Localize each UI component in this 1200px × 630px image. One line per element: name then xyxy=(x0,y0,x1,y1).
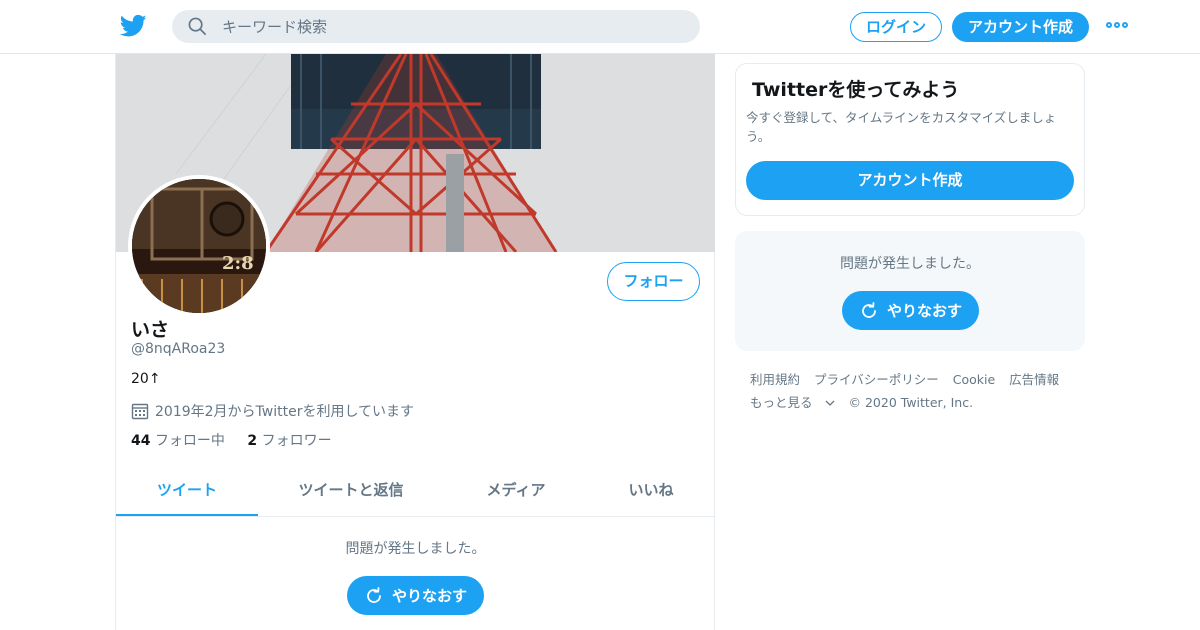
followers-stat[interactable]: 2 フォロワー xyxy=(247,433,331,449)
tab-tweets-replies[interactable]: ツイートと返信 xyxy=(276,467,426,516)
search-input[interactable] xyxy=(222,10,682,43)
join-date-text: 2019年2月からTwitterを利用しています xyxy=(155,404,415,420)
followers-count: 2 xyxy=(247,433,258,449)
search-bar[interactable] xyxy=(172,10,700,43)
footer-link-ads[interactable]: 広告情報 xyxy=(1009,372,1059,387)
sidebar-error-panel: 問題が発生しました。 やりなおす xyxy=(735,231,1085,351)
footer-link-terms[interactable]: 利用規約 xyxy=(750,372,800,387)
timeline-error-text: 問題が発生しました。 xyxy=(345,541,486,557)
signup-button[interactable]: アカウント作成 xyxy=(952,12,1089,42)
signup-card-description: 今すぐ登録して、タイムラインをカスタマイズしましょう。 xyxy=(746,110,1057,144)
profile-name: いさ xyxy=(131,319,170,341)
profile-stats: 44 フォロー中 2 フォロワー xyxy=(131,430,350,450)
sidebar-error-text: 問題が発生しました。 xyxy=(840,256,980,272)
retry-label: やりなおす xyxy=(886,302,962,320)
more-label: もっと見る xyxy=(750,395,813,410)
signup-card-title: Twitterを使ってみよう xyxy=(752,79,960,101)
chevron-down-icon xyxy=(825,400,834,406)
profile-avatar[interactable]: 2:8 xyxy=(128,175,270,317)
following-label: フォロー中 xyxy=(154,433,225,449)
search-icon xyxy=(188,17,206,35)
timeline-retry-button[interactable]: やりなおす xyxy=(347,576,484,615)
following-count: 44 xyxy=(131,433,151,449)
tab-media[interactable]: メディア xyxy=(456,467,576,516)
join-date: 2019年2月からTwitterを利用しています xyxy=(131,401,414,421)
more-options-icon[interactable] xyxy=(1106,17,1132,37)
profile-tabs: ツイート ツイートと返信 メディア いいね xyxy=(116,467,715,517)
following-stat[interactable]: 44 フォロー中 xyxy=(131,433,225,449)
signup-card: Twitterを使ってみよう 今すぐ登録して、タイムラインをカスタマイズしましょ… xyxy=(735,63,1085,216)
twitter-bird-icon[interactable] xyxy=(120,14,147,38)
retry-label: やりなおす xyxy=(391,587,467,605)
profile-bio: 20↑ xyxy=(131,371,161,387)
footer-more-row: もっと見る © 2020 Twitter, Inc. xyxy=(750,391,1080,414)
refresh-icon xyxy=(862,301,876,318)
avatar-number: 2:8 xyxy=(222,253,254,274)
follow-button[interactable]: フォロー xyxy=(607,262,700,301)
sidebar-retry-button[interactable]: やりなおす xyxy=(842,291,979,330)
avatar-image: 2:8 xyxy=(132,179,266,313)
footer-link-privacy[interactable]: プライバシーポリシー xyxy=(814,372,939,387)
signup-card-button[interactable]: アカウント作成 xyxy=(746,161,1074,200)
profile-handle[interactable]: @8nqARoa23 xyxy=(131,341,225,357)
top-navbar: ログイン アカウント作成 xyxy=(0,0,1200,54)
tab-tweets[interactable]: ツイート xyxy=(116,467,258,516)
refresh-icon xyxy=(367,586,381,603)
tab-likes[interactable]: いいね xyxy=(606,467,696,516)
profile-column: 2:8 フォロー いさ @8nqARoa23 20↑ 2019年2月からTwit… xyxy=(115,54,715,630)
footer-more-link[interactable]: もっと見る xyxy=(750,395,835,410)
followers-label: フォロワー xyxy=(261,433,332,449)
footer-copyright: © 2020 Twitter, Inc. xyxy=(848,395,974,410)
calendar-icon xyxy=(131,403,149,420)
login-button[interactable]: ログイン xyxy=(850,12,942,42)
sidebar-footer: 利用規約 プライバシーポリシー Cookie 広告情報 もっと見る © 2020… xyxy=(750,368,1080,414)
footer-link-cookie[interactable]: Cookie xyxy=(953,372,995,387)
footer-links-row: 利用規約 プライバシーポリシー Cookie 広告情報 xyxy=(750,368,1080,391)
